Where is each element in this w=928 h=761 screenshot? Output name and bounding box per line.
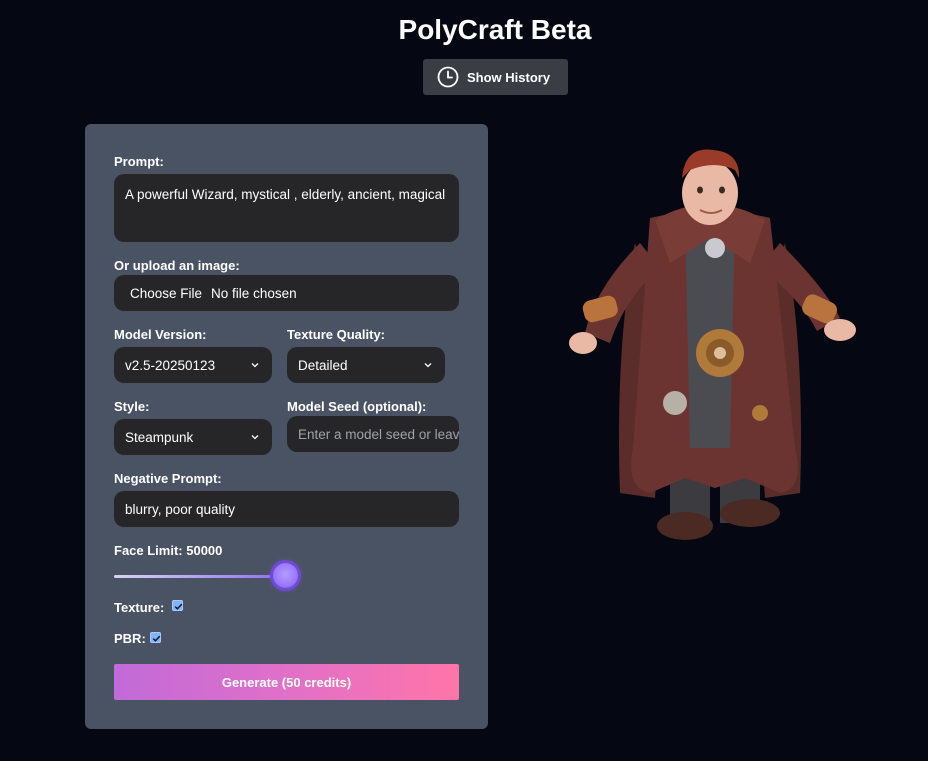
image-upload-input[interactable]: Choose File No file chosen (114, 275, 459, 311)
show-history-label: Show History (467, 69, 551, 85)
page: PolyCraft Beta Show History Prompt: A po… (0, 0, 928, 761)
texture-label: Texture: (114, 600, 165, 615)
upload-label: Or upload an image: (114, 258, 240, 273)
chevron-down-icon (251, 435, 259, 440)
texture-checkbox[interactable] (172, 600, 183, 611)
pbr-checkbox[interactable] (150, 632, 161, 643)
clock-icon (437, 66, 459, 88)
face-limit-slider-track[interactable] (114, 575, 286, 578)
file-status-text: No file chosen (211, 285, 297, 301)
page-title: PolyCraft Beta (398, 14, 592, 45)
style-value: Steampunk (125, 429, 194, 445)
face-limit-slider-thumb[interactable] (273, 563, 298, 588)
choose-file-button[interactable]: Choose File (130, 286, 202, 301)
prompt-textarea[interactable]: A powerful Wizard, mystical , elderly, a… (114, 174, 459, 242)
style-select[interactable]: Steampunk (114, 419, 272, 455)
model-seed-label: Model Seed (optional): (287, 399, 427, 414)
pbr-label: PBR: (114, 631, 146, 646)
negative-prompt-label: Negative Prompt: (114, 471, 222, 486)
texture-quality-select[interactable]: Detailed (287, 347, 445, 383)
generate-button[interactable]: Generate (50 credits) (114, 664, 459, 700)
texture-quality-label: Texture Quality: (287, 327, 386, 342)
chevron-down-icon (251, 363, 259, 368)
show-history-button[interactable]: Show History (423, 59, 568, 95)
style-label: Style: (114, 399, 150, 414)
model-version-select[interactable]: v2.5-20250123 (114, 347, 272, 383)
model-preview-image (569, 149, 856, 540)
model-seed-input[interactable]: Enter a model seed or leave blank (287, 416, 459, 452)
prompt-label: Prompt: (114, 154, 164, 169)
checkmark-icon (152, 635, 161, 642)
model-version-value: v2.5-20250123 (125, 357, 216, 373)
chevron-down-icon (424, 363, 432, 368)
negative-prompt-input[interactable]: blurry, poor quality (114, 491, 459, 527)
model-version-label: Model Version: (114, 327, 207, 342)
checkmark-icon (174, 603, 183, 610)
texture-quality-value: Detailed (298, 357, 348, 373)
face-limit-label: Face Limit: 50000 (114, 543, 223, 558)
